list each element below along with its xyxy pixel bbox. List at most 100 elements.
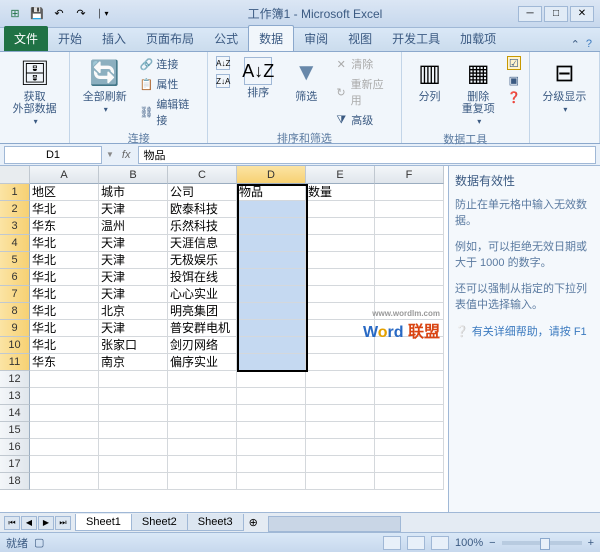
- column-header-B[interactable]: B: [99, 166, 168, 184]
- cell[interactable]: [375, 201, 444, 218]
- row-header[interactable]: 18: [0, 473, 30, 490]
- cell[interactable]: [375, 184, 444, 201]
- cell[interactable]: [237, 354, 306, 371]
- column-header-D[interactable]: D: [237, 166, 306, 184]
- cell[interactable]: 投饵在线: [168, 269, 237, 286]
- cell[interactable]: [375, 269, 444, 286]
- cell[interactable]: 天津: [99, 252, 168, 269]
- cell[interactable]: 华北: [30, 303, 99, 320]
- cell[interactable]: [237, 388, 306, 405]
- tab-dev[interactable]: 开发工具: [382, 26, 450, 51]
- tab-home[interactable]: 开始: [48, 26, 92, 51]
- cell[interactable]: [168, 371, 237, 388]
- sheet-tab-3[interactable]: Sheet3: [187, 514, 244, 531]
- cell[interactable]: [99, 371, 168, 388]
- cell[interactable]: 温州: [99, 218, 168, 235]
- cell[interactable]: 天津: [99, 269, 168, 286]
- sheet-tab-1[interactable]: Sheet1: [75, 514, 132, 531]
- edit-links-button[interactable]: ⛓编辑链接: [137, 95, 201, 129]
- cell[interactable]: 欧泰科技: [168, 201, 237, 218]
- advanced-button[interactable]: ⧩高级: [332, 111, 394, 129]
- column-header-C[interactable]: C: [168, 166, 237, 184]
- cell[interactable]: [306, 269, 375, 286]
- cell[interactable]: [168, 422, 237, 439]
- cell[interactable]: [30, 422, 99, 439]
- cell[interactable]: [237, 473, 306, 490]
- cell[interactable]: [237, 422, 306, 439]
- redo-icon[interactable]: ↷: [72, 5, 90, 23]
- select-all-corner[interactable]: [0, 166, 30, 184]
- cell[interactable]: [375, 473, 444, 490]
- cell[interactable]: 华北: [30, 235, 99, 252]
- cell[interactable]: [306, 201, 375, 218]
- cell[interactable]: 天津: [99, 235, 168, 252]
- cell[interactable]: [30, 456, 99, 473]
- cell[interactable]: 普安群电机: [168, 320, 237, 337]
- cell[interactable]: [99, 456, 168, 473]
- tab-view[interactable]: 视图: [338, 26, 382, 51]
- save-icon[interactable]: 💾: [28, 5, 46, 23]
- sheet-next-button[interactable]: ▶: [38, 516, 54, 530]
- row-header[interactable]: 3: [0, 218, 30, 235]
- row-header[interactable]: 13: [0, 388, 30, 405]
- cell[interactable]: [375, 218, 444, 235]
- cell[interactable]: [99, 405, 168, 422]
- help-f1-link[interactable]: ❔ 有关详细帮助，请按 F1: [455, 323, 594, 339]
- connections-button[interactable]: 🔗连接: [137, 55, 201, 73]
- zoom-in-button[interactable]: +: [588, 537, 594, 549]
- row-header[interactable]: 7: [0, 286, 30, 303]
- sort-asc-button[interactable]: A↓Z: [214, 55, 232, 71]
- cell[interactable]: [237, 252, 306, 269]
- cell[interactable]: 华北: [30, 252, 99, 269]
- row-header[interactable]: 17: [0, 456, 30, 473]
- cell[interactable]: 北京: [99, 303, 168, 320]
- outline-button[interactable]: ⊟ 分级显示: [536, 55, 593, 118]
- formula-bar[interactable]: 物品: [138, 146, 596, 164]
- cell[interactable]: [168, 473, 237, 490]
- cell[interactable]: [237, 337, 306, 354]
- cell[interactable]: 华北: [30, 286, 99, 303]
- row-header[interactable]: 4: [0, 235, 30, 252]
- cell[interactable]: 天津: [99, 320, 168, 337]
- sort-button[interactable]: A↓Z 排序: [236, 55, 280, 101]
- cell[interactable]: [306, 235, 375, 252]
- new-sheet-button[interactable]: ⊕: [243, 516, 264, 529]
- cell[interactable]: [237, 303, 306, 320]
- namebox-dropdown-icon[interactable]: ▼: [106, 150, 114, 159]
- row-header[interactable]: 5: [0, 252, 30, 269]
- cell[interactable]: 华东: [30, 218, 99, 235]
- cell[interactable]: [237, 286, 306, 303]
- filter-button[interactable]: ▼ 筛选: [284, 55, 328, 105]
- zoom-out-button[interactable]: −: [489, 537, 495, 549]
- cell[interactable]: [237, 320, 306, 337]
- cell[interactable]: 天涯信息: [168, 235, 237, 252]
- help-icon[interactable]: ?: [586, 38, 592, 51]
- cell[interactable]: 天津: [99, 201, 168, 218]
- name-box[interactable]: D1: [4, 146, 102, 164]
- cell[interactable]: [375, 235, 444, 252]
- cell[interactable]: 地区: [30, 184, 99, 201]
- row-header[interactable]: 6: [0, 269, 30, 286]
- column-header-E[interactable]: E: [306, 166, 375, 184]
- cell[interactable]: 南京: [99, 354, 168, 371]
- cell[interactable]: 公司: [168, 184, 237, 201]
- row-header[interactable]: 15: [0, 422, 30, 439]
- cell[interactable]: [306, 422, 375, 439]
- cell[interactable]: [375, 388, 444, 405]
- cell[interactable]: 心心实业: [168, 286, 237, 303]
- cell[interactable]: 华北: [30, 337, 99, 354]
- row-header[interactable]: 16: [0, 439, 30, 456]
- cell[interactable]: [375, 286, 444, 303]
- cell[interactable]: [375, 439, 444, 456]
- cell[interactable]: [99, 422, 168, 439]
- tab-formula[interactable]: 公式: [204, 26, 248, 51]
- tab-insert[interactable]: 插入: [92, 26, 136, 51]
- whatif-button[interactable]: ❓: [505, 89, 523, 105]
- horizontal-scrollbar[interactable]: [268, 516, 596, 530]
- cell[interactable]: [306, 286, 375, 303]
- cell[interactable]: 物品: [237, 184, 306, 201]
- cell[interactable]: 明亮集团: [168, 303, 237, 320]
- sort-desc-button[interactable]: Z↓A: [214, 73, 232, 89]
- text-to-columns-button[interactable]: ▥ 分列: [408, 55, 452, 105]
- row-header[interactable]: 1: [0, 184, 30, 201]
